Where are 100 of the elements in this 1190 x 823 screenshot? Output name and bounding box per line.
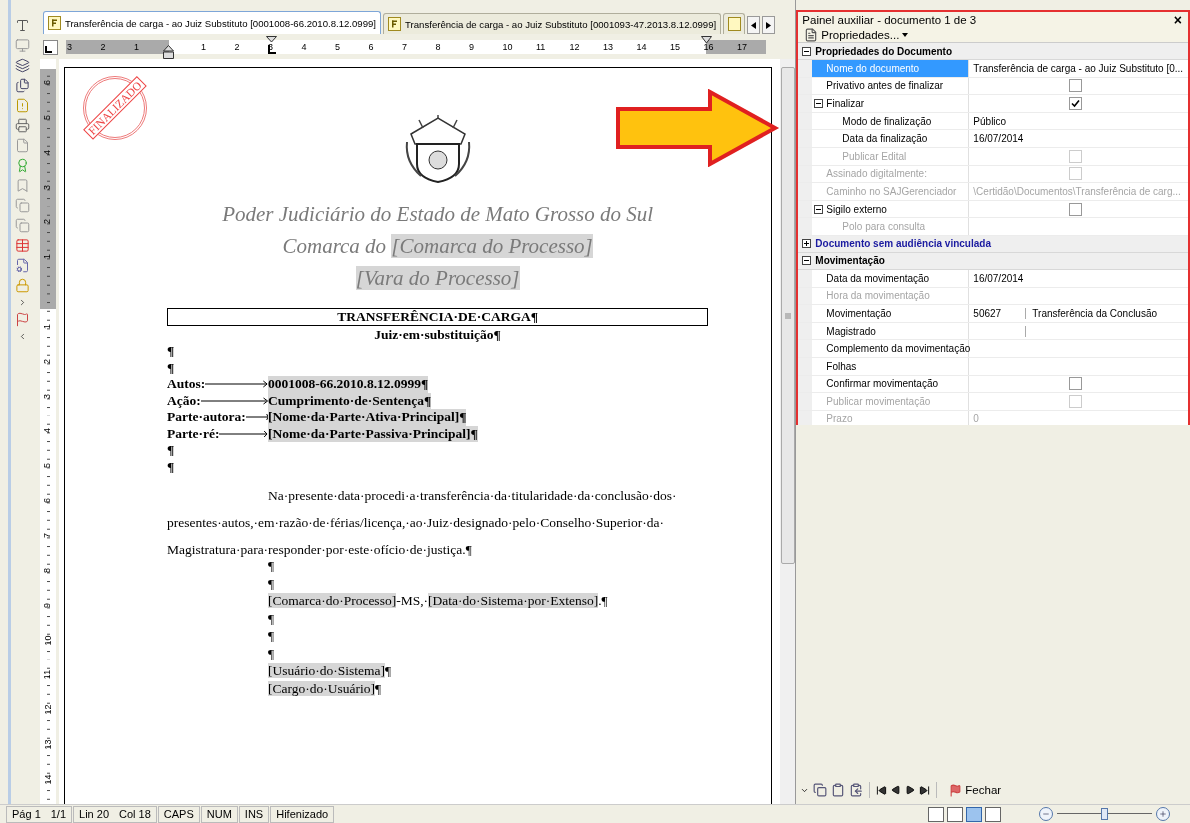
zoom-in-button[interactable] (1156, 807, 1170, 821)
ruler-number: 2 (43, 358, 53, 364)
placeholder-field: [Comarca do Processo] (391, 234, 593, 258)
tab-arrow-icon (219, 429, 268, 438)
ruler-number: 16 (702, 42, 715, 52)
first-line-indent-marker[interactable] (265, 36, 277, 56)
ruler-number: 8 (43, 567, 53, 573)
scroll-right-button[interactable] (762, 16, 776, 34)
placeholder-field: [Comarca·do·Processo] (267, 593, 397, 608)
panel-title: Painel auxiliar - documento 1 de 3 (802, 14, 977, 26)
closing-text: ¶ (267, 628, 275, 643)
printer-icon[interactable] (15, 118, 31, 133)
checkbox[interactable] (1069, 202, 1083, 216)
scroll-left-button[interactable] (747, 16, 761, 34)
collapse-icon[interactable] (814, 99, 824, 108)
ruler-number: 6 (43, 498, 53, 504)
ruler-number: 9 (43, 602, 53, 608)
tab-arrow-icon (205, 380, 268, 389)
status-text: CAPS (163, 808, 194, 820)
property-value[interactable]: Transferência de carga - ao Juiz Substituto [0... (973, 62, 1184, 74)
tab-arrow-icon (200, 396, 268, 405)
status-text: NUM (206, 808, 232, 820)
ruler-number: 17 (735, 42, 748, 52)
collapse-icon[interactable] (814, 204, 824, 214)
ruler-number: 8 (434, 42, 442, 52)
ruler-number: 4 (43, 428, 53, 434)
ruler-number: 1 (43, 254, 53, 260)
document-settings-icon[interactable] (15, 258, 31, 273)
view-mode-button[interactable] (966, 806, 982, 822)
status-text: Lin 20 (79, 808, 110, 820)
close-button[interactable]: Fechar (943, 782, 1008, 798)
document-subtitle: Juiz·em·substituição¶ (373, 326, 502, 343)
right-indent-marker[interactable] (700, 36, 712, 44)
ruler-number: 12 (43, 704, 53, 715)
group-header[interactable]: Propriedades do Documento (798, 43, 1188, 60)
field-value: [Nome·da·Parte·Ativa·Principal]¶ (267, 409, 467, 426)
zoom-thumb[interactable] (1100, 808, 1108, 820)
closing-text: ¶ (374, 680, 382, 696)
flag-icon[interactable] (15, 312, 31, 327)
zoom-out-button[interactable] (1039, 807, 1053, 821)
ruler-number: 3 (65, 42, 73, 52)
files-icon[interactable] (15, 78, 31, 93)
ruler-number: 6 (367, 42, 375, 52)
view-mode-button[interactable] (985, 806, 1001, 822)
ruler-number: 3 (43, 184, 53, 190)
status-text: Pág 1 (12, 808, 41, 820)
closing-text: -MS,· (396, 593, 429, 608)
ruler-number: 4 (43, 149, 53, 155)
ruler-number: 13 (43, 739, 53, 750)
property-value[interactable]: 50627 (973, 307, 1002, 319)
collapse-icon[interactable] (802, 256, 812, 266)
paragraph-mark: ¶ (166, 442, 176, 459)
ruler-number: 7 (400, 42, 408, 52)
clipboard-icon[interactable] (831, 783, 846, 797)
copy-icon[interactable] (813, 783, 828, 797)
ruler-number: 5 (43, 463, 53, 469)
scrollbar[interactable] (780, 59, 796, 804)
ruler-number: 14 (43, 774, 53, 785)
property-value[interactable]: 16/07/2014 (973, 272, 1024, 284)
closing-text: ¶ (267, 610, 275, 626)
scroll-thumb[interactable] (780, 67, 795, 564)
tab-stop-selector[interactable] (42, 39, 58, 55)
document-tab[interactable]: Transferência de carga - ao Juiz Substituto [0001008-66.2010.8.12.0999] (42, 11, 382, 34)
last-icon[interactable] (919, 784, 931, 796)
ruler-number: 1 (132, 42, 140, 52)
expand-icon[interactable] (802, 239, 812, 249)
status-text: INS (244, 808, 264, 820)
checkbox[interactable] (1069, 97, 1083, 110)
closing-text: ¶ (267, 558, 275, 573)
ruler-number: 15 (668, 42, 681, 52)
close-button[interactable]: × (1173, 12, 1182, 28)
checkbox[interactable] (1069, 377, 1083, 391)
property-value[interactable]: 16/07/2014 (973, 133, 1024, 145)
indent-marker[interactable] (162, 45, 174, 59)
ruler-number: 5 (43, 114, 53, 120)
collapse-icon[interactable] (802, 46, 812, 56)
layers-icon[interactable] (15, 58, 31, 73)
view-mode-button[interactable] (947, 806, 963, 822)
arrow-icon (615, 89, 781, 167)
ruler-number: 5 (333, 42, 341, 52)
table-icon[interactable] (15, 238, 31, 253)
field-label: Autos: (166, 376, 206, 393)
ruler-number: 10 (501, 42, 514, 52)
ruler-number: 1 (43, 323, 53, 329)
property-value[interactable]: Público (973, 115, 1007, 127)
document-icon (728, 17, 742, 31)
view-mode-button[interactable] (928, 806, 944, 822)
property-value[interactable]: Transferência da Conclusão (1026, 307, 1158, 319)
text-tool-icon[interactable] (15, 18, 31, 33)
previous-icon[interactable] (891, 785, 902, 795)
first-icon[interactable] (876, 784, 888, 796)
placeholder-field: [Data·do·Sistema·por·Extenso] (428, 593, 599, 608)
closing-text: ¶ (267, 575, 275, 591)
document-icon (388, 17, 402, 31)
header-text: Poder Judiciário do Estado de Mato Grosso do Sul (222, 202, 654, 226)
next-icon[interactable] (905, 785, 916, 795)
checkbox[interactable] (1069, 79, 1083, 93)
property-label[interactable]: Finalizar (812, 95, 970, 112)
document-tab[interactable]: Transferência de carga - ao Juiz Substituto [0001093-47.2013.8.12.0999] (383, 13, 722, 34)
clipboard-copy-icon[interactable] (849, 783, 864, 797)
